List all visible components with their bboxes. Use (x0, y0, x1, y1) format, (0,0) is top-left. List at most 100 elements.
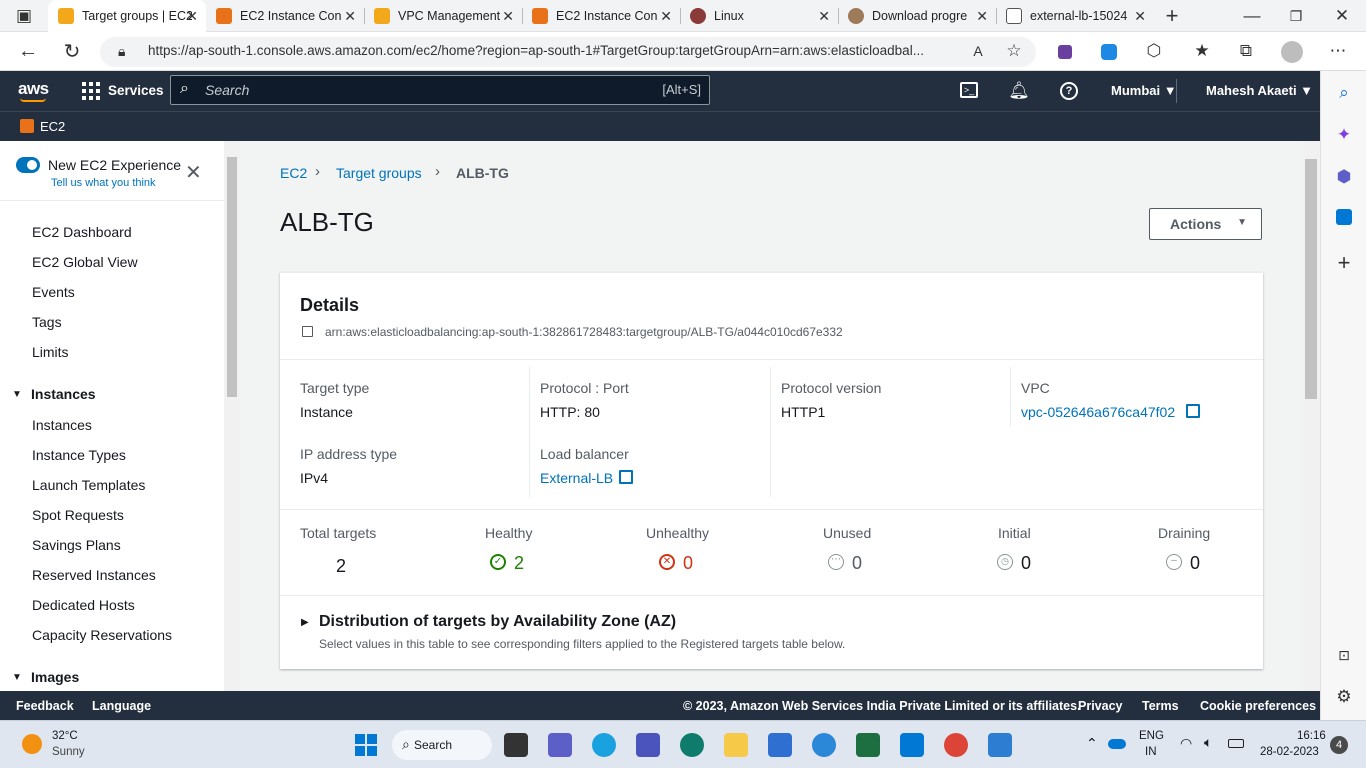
favorites-icon[interactable]: ★ (1190, 39, 1214, 63)
sidebar-section-instances[interactable]: Instances (31, 386, 96, 402)
weather-condition[interactable]: Sunny (52, 746, 85, 758)
task-view-icon[interactable] (504, 733, 528, 757)
weather-sun-icon[interactable] (22, 734, 42, 754)
minimize-icon[interactable]: — (1240, 4, 1264, 28)
unhealthy-value[interactable]: 0 (683, 553, 693, 574)
profile-avatar-icon[interactable] (1281, 41, 1303, 63)
clock-date[interactable]: 28-02-2023 (1260, 746, 1319, 758)
new-experience-toggle[interactable] (16, 157, 40, 173)
aws-logo[interactable]: aws (18, 79, 49, 99)
sidebar-item-limits[interactable]: Limits (32, 344, 69, 360)
battery-icon[interactable] (1228, 739, 1244, 748)
edge-browser-icon[interactable] (592, 733, 616, 757)
office-icon[interactable]: ⬢ (1332, 165, 1356, 189)
sidebar-item-reserved-instances[interactable]: Reserved Instances (32, 567, 156, 583)
copilot-icon[interactable]: ✦ (1332, 123, 1356, 147)
vpc-link[interactable]: vpc-052646a676ca47f02 (1021, 404, 1175, 420)
footer-cookie-link[interactable]: Cookie preferences (1200, 699, 1316, 713)
volume-icon[interactable]: 🔈︎ (1204, 734, 1212, 751)
tab-linux[interactable]: Linux ✕ (680, 0, 838, 32)
footer-terms-link[interactable]: Terms (1142, 699, 1179, 713)
refresh-icon[interactable]: ↻ (60, 39, 84, 63)
initial-value[interactable]: 0 (1021, 553, 1031, 574)
more-icon[interactable]: ⋯ (1326, 39, 1350, 63)
caret-down-icon[interactable]: ▼ (12, 389, 22, 400)
wifi-icon[interactable]: ◠ (1180, 735, 1192, 752)
help-app-icon[interactable] (812, 733, 836, 757)
back-icon[interactable]: ← (16, 39, 40, 63)
tab-ec2-instance-2[interactable]: EC2 Instance Con ✕ (522, 0, 680, 32)
scrollbar-thumb[interactable] (1305, 159, 1317, 399)
breadcrumb-target-groups[interactable]: Target groups (336, 165, 422, 181)
collections-icon[interactable]: ⧉ (1234, 39, 1258, 63)
copy-icon[interactable] (302, 326, 313, 337)
add-icon[interactable]: + (1332, 250, 1356, 275)
onedrive-icon[interactable] (1108, 739, 1126, 749)
distribution-heading[interactable]: Distribution of targets by Availability … (319, 613, 676, 631)
store-icon[interactable] (768, 733, 792, 757)
settings-gear-icon[interactable]: ⚙ (1332, 685, 1356, 709)
photos-icon[interactable] (988, 733, 1012, 757)
caret-down-icon[interactable]: ▼ (12, 672, 22, 683)
sidebar-item-spot-requests[interactable]: Spot Requests (32, 507, 124, 523)
sidebar-item-instances[interactable]: Instances (32, 417, 92, 433)
sidebar-item-savings-plans[interactable]: Savings Plans (32, 537, 121, 553)
cloudshell-icon[interactable]: >_ (960, 82, 978, 98)
taskbar-search-box[interactable]: ⌕ Search (392, 730, 492, 760)
account-menu[interactable]: Mahesh Akaeti ▼ (1206, 83, 1313, 98)
sidebar-item-instance-types[interactable]: Instance Types (32, 447, 126, 463)
new-tab-icon[interactable]: + (1160, 3, 1184, 28)
close-icon[interactable]: ✕ (502, 8, 514, 25)
tab-ec2-instance-1[interactable]: EC2 Instance Con ✕ (206, 0, 364, 32)
feedback-link[interactable]: Tell us what you think (51, 177, 156, 189)
sidebar-item-launch-templates[interactable]: Launch Templates (32, 477, 145, 493)
close-icon[interactable]: ✕ (660, 8, 672, 25)
actions-button[interactable]: Actions ▼ (1149, 208, 1262, 240)
file-explorer-icon[interactable] (724, 733, 748, 757)
sidebar-item-capacity-reservations[interactable]: Capacity Reservations (32, 627, 172, 643)
help-icon[interactable]: ? (1060, 82, 1078, 100)
footer-language-link[interactable]: Language (92, 699, 151, 713)
chevron-up-icon[interactable]: ⌃ (1086, 735, 1098, 752)
close-icon[interactable]: ✕ (186, 8, 198, 25)
close-icon[interactable]: ✕ (344, 8, 356, 25)
close-icon[interactable]: ✕ (976, 8, 988, 25)
extensions-puzzle-icon[interactable]: ⬡ (1142, 39, 1166, 63)
outlook-icon[interactable] (1336, 209, 1352, 225)
search-icon[interactable]: ⌕ (1332, 81, 1356, 105)
external-link-icon[interactable] (619, 470, 633, 484)
tab-vpc[interactable]: VPC Management ✕ (364, 0, 522, 32)
restore-icon[interactable]: ❐ (1284, 4, 1308, 28)
close-icon[interactable]: ✕ (818, 8, 830, 25)
sidebar-scrollbar[interactable] (224, 141, 240, 691)
unused-value[interactable]: 0 (852, 553, 862, 574)
excel-icon[interactable] (856, 733, 880, 757)
footer-privacy-link[interactable]: Privacy (1078, 699, 1122, 713)
teams-icon[interactable] (636, 733, 660, 757)
tab-download-progress[interactable]: Download progre ✕ (838, 0, 996, 32)
healthy-value[interactable]: 2 (514, 553, 524, 574)
outlook-icon[interactable] (900, 733, 924, 757)
notification-badge[interactable]: 4 (1330, 736, 1348, 754)
favorite-add-icon[interactable]: ☆ (1002, 39, 1026, 63)
close-icon[interactable]: ✕ (1134, 8, 1146, 25)
breadcrumb-ec2[interactable]: EC2 (280, 165, 307, 181)
scrollbar-thumb[interactable] (227, 157, 237, 397)
tab-external-lb[interactable]: external-lb-15024 ✕ (996, 0, 1154, 32)
sidebar-item-events[interactable]: Events (32, 284, 75, 300)
main-scrollbar[interactable] (1303, 141, 1320, 691)
read-aloud-icon[interactable]: A (966, 39, 990, 63)
draining-value[interactable]: 0 (1190, 553, 1200, 574)
url-field[interactable]: 🔒︎ https://ap-south-1.console.aws.amazon… (100, 37, 1036, 67)
services-menu[interactable]: Services (108, 83, 164, 98)
services-grid-icon[interactable] (82, 82, 100, 100)
external-link-icon[interactable] (1186, 404, 1200, 418)
weather-temp[interactable]: 32°C (52, 730, 78, 742)
window-close-icon[interactable]: ✕ (1330, 4, 1354, 28)
teams-chat-icon[interactable] (548, 733, 572, 757)
clock-time[interactable]: 16:16 (1297, 730, 1326, 742)
extension-icon[interactable] (1101, 44, 1117, 60)
sidebar-section-images[interactable]: Images (31, 669, 79, 685)
sidebar-item-ec2-dashboard[interactable]: EC2 Dashboard (32, 224, 132, 240)
aws-search-input[interactable]: ⌕ Search [Alt+S] (170, 75, 710, 105)
